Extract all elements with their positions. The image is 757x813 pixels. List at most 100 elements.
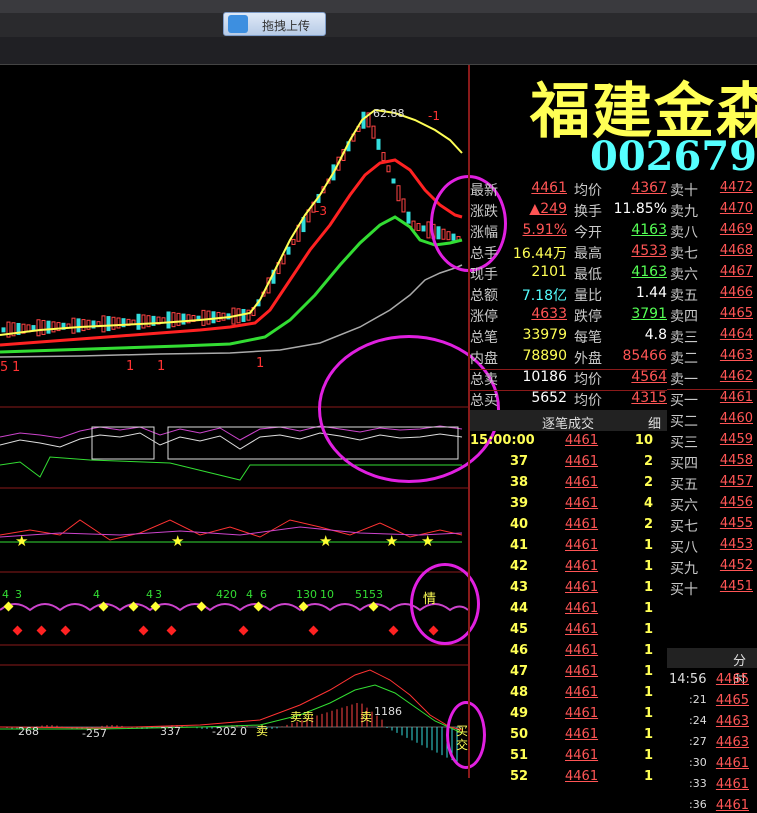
bid-price: 4453 <box>719 537 753 552</box>
fenshi-price: 4465 <box>715 672 749 687</box>
quote-value2: 4367 <box>631 180 667 196</box>
trade-price: 4461 <box>565 664 599 679</box>
sig-num-5: 3 <box>155 588 162 601</box>
ask-label: 卖六 <box>670 267 698 283</box>
quote-label: 涨停 <box>470 309 498 325</box>
bid-price: 4459 <box>719 432 753 447</box>
diamond-marker <box>308 625 319 636</box>
trade-row: 41 4461 1 <box>470 538 667 559</box>
ask-price: 4462 <box>719 369 753 384</box>
fenshi-price: 4463 <box>715 735 749 750</box>
sig-num-6: 420 <box>216 588 237 601</box>
macd-val-1: 268 <box>18 725 39 738</box>
sig-num-1: 4 <box>2 588 9 601</box>
diamond-marker <box>12 625 23 636</box>
diamond-marker <box>3 601 14 612</box>
trade-volume: 10 <box>634 433 653 448</box>
trade-row: 37 4461 2 <box>470 454 667 475</box>
quote-label2: 最高 <box>574 246 602 262</box>
star-marker: ★ <box>171 532 184 550</box>
trade-time: 52 <box>510 769 529 784</box>
ask-label: 卖二 <box>670 351 698 367</box>
ask-price: 4466 <box>719 285 753 300</box>
toolbar <box>0 37 757 65</box>
candle <box>36 319 41 337</box>
trade-price: 4461 <box>565 559 599 574</box>
trade-time: 48 <box>510 685 529 700</box>
trade-price: 4461 <box>565 580 599 595</box>
bid-label: 买二 <box>670 414 698 430</box>
trade-volume: 2 <box>643 475 653 490</box>
quote-value: 4461 <box>531 180 567 196</box>
quote-label2: 跌停 <box>574 309 602 325</box>
trade-time: 37 <box>510 454 529 469</box>
diamond-marker <box>60 625 71 636</box>
diamond-marker <box>388 625 399 636</box>
ask-price: 4470 <box>719 201 753 216</box>
kline-chart[interactable]: 62.88 -1 -3 5 1 1 1 1 ★ ★ ★ ★ ★ 4 3 4 4 3 42… <box>0 65 507 778</box>
candle <box>421 225 426 232</box>
candle <box>86 319 91 330</box>
trade-price: 4461 <box>565 643 599 658</box>
quote-label: 总手 <box>470 246 498 262</box>
diamond-markers <box>3 601 439 636</box>
candle <box>391 178 396 184</box>
trade-time: 40 <box>510 517 529 532</box>
candle <box>416 223 421 232</box>
trade-time: 47 <box>510 664 529 679</box>
upload-button[interactable]: 拖拽上传 <box>223 12 326 36</box>
diamond-marker <box>36 625 47 636</box>
quote-value: 7.18亿 <box>521 288 567 304</box>
quote-value2: 4315 <box>631 390 667 406</box>
macd-sell-1: 卖 <box>256 724 268 738</box>
candle <box>136 313 141 330</box>
quote-value2: 4163 <box>631 264 667 280</box>
candle <box>146 315 151 328</box>
star-marker: ★ <box>15 532 28 550</box>
candle <box>381 152 386 162</box>
quote-label: 涨幅 <box>470 225 498 241</box>
trade-row: 38 4461 2 <box>470 475 667 496</box>
trade-volume: 1 <box>643 622 653 637</box>
bid-label: 买七 <box>670 519 698 535</box>
trade-time: 38 <box>510 475 529 490</box>
bid-price: 4451 <box>719 579 753 594</box>
trade-price: 4461 <box>565 727 599 742</box>
quote-row: 总卖 10186 均价 4564 <box>470 369 667 390</box>
trade-volume: 1 <box>643 706 653 721</box>
candle <box>291 238 296 245</box>
candle <box>406 211 411 224</box>
bid-label: 买九 <box>670 561 698 577</box>
trade-price: 4461 <box>565 517 599 532</box>
bid-label: 买三 <box>670 435 698 451</box>
quote-value: 4633 <box>531 306 567 322</box>
neg-one-label: -1 <box>428 109 440 123</box>
bid-price: 4461 <box>719 390 753 405</box>
quote-label2: 今开 <box>574 225 602 241</box>
bid-price: 4460 <box>719 411 753 426</box>
candle <box>111 316 116 330</box>
diamond-marker <box>238 625 249 636</box>
quote-row: 总手 16.44万 最高 4533 <box>470 243 667 264</box>
stock-code: 002679 <box>590 133 757 180</box>
quote-row: 现手 2101 最低 4163 <box>470 264 667 285</box>
fenshi-time: :24 <box>689 714 707 727</box>
trades-detail-button[interactable]: 细 <box>648 413 661 432</box>
fenshi-header: 分时 <box>667 648 757 688</box>
bottom-marker-4: 1 <box>157 359 165 374</box>
title-strip <box>0 0 757 13</box>
sig-num-8: 6 <box>260 588 267 601</box>
upload-label: 拖拽上传 <box>262 19 311 33</box>
diamond-marker <box>196 601 207 612</box>
quote-value: 33979 <box>522 327 567 343</box>
ask-label: 卖十 <box>670 183 698 199</box>
quote-label: 总买 <box>470 393 498 409</box>
quote-label: 涨跌 <box>470 204 498 220</box>
quote-label: 内盘 <box>470 351 498 367</box>
candle <box>201 309 206 326</box>
candle <box>396 185 401 202</box>
quote-value: 5.91% <box>522 222 567 238</box>
trade-row: 49 4461 1 <box>470 706 667 727</box>
bid-label: 买四 <box>670 456 698 472</box>
ask-price: 4464 <box>719 327 753 342</box>
